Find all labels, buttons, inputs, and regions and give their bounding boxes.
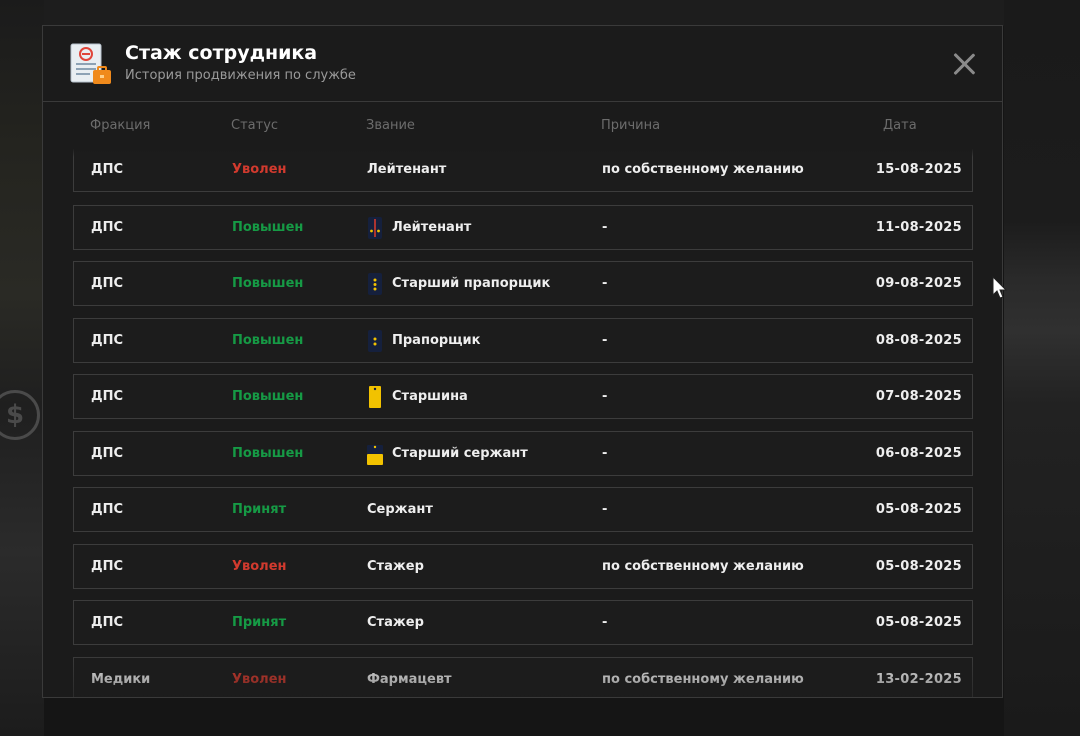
modal-subtitle: История продвижения по службе	[125, 68, 356, 83]
status-cell: Повышен	[232, 276, 304, 291]
rank-cell: Старший прапорщик	[367, 273, 550, 295]
date-cell: 08-08-2025	[875, 333, 962, 348]
history-list[interactable]: ДПС Уволен Лейтенант по собственному желани…	[73, 149, 975, 697]
modal-header: Стаж сотрудника История продвижения по с…	[43, 26, 1002, 102]
reason-cell: -	[602, 220, 608, 235]
mouse-cursor-icon	[992, 276, 1008, 299]
date-cell: 07-08-2025	[875, 389, 962, 404]
table-row[interactable]: Медики Уволен Фармацевт по собственному жел…	[73, 657, 973, 697]
table-row[interactable]: ДПС Повышен Лейтенант - 11-08-2025	[73, 205, 973, 250]
rank-label: Старшина	[392, 389, 468, 404]
senior-sergeant-insignia-icon	[367, 445, 383, 465]
date-cell: 11-08-2025	[875, 220, 962, 235]
reason-cell: -	[602, 276, 608, 291]
table-row[interactable]: ДПС Принят Стажер - 05-08-2025	[73, 600, 973, 645]
faction-cell: ДПС	[91, 446, 123, 461]
date-cell: 05-08-2025	[875, 502, 962, 517]
senior-warrant-officer-insignia-icon	[368, 273, 382, 295]
reason-cell: -	[602, 446, 608, 461]
status-cell: Повышен	[232, 446, 304, 461]
status-cell: Уволен	[232, 672, 287, 687]
table-row[interactable]: ДПС Уволен Стажер по собственному желанию 05…	[73, 544, 973, 589]
faction-cell: ДПС	[91, 220, 123, 235]
rank-cell: Сержант	[367, 499, 433, 521]
document-icon	[70, 43, 111, 84]
faction-cell: ДПС	[91, 162, 123, 177]
reason-cell: по собственному желанию	[602, 162, 804, 177]
reason-cell: по собственному желанию	[602, 559, 804, 574]
column-header-faction: Фракция	[90, 118, 151, 133]
column-header-date: Дата	[883, 118, 917, 133]
background-top	[44, 0, 1004, 26]
date-cell: 09-08-2025	[875, 276, 962, 291]
faction-cell: ДПС	[91, 276, 123, 291]
reason-cell: -	[602, 615, 608, 630]
faction-cell: ДПС	[91, 333, 123, 348]
date-cell: 13-02-2025	[875, 672, 962, 687]
rank-label: Лейтенант	[392, 220, 472, 235]
rank-label: Старший сержант	[392, 446, 528, 461]
rank-label: Прапорщик	[392, 333, 481, 348]
status-cell: Уволен	[232, 162, 287, 177]
rank-cell: Старший сержант	[367, 443, 528, 465]
date-cell: 15-08-2025	[875, 162, 962, 177]
rank-cell: Прапорщик	[367, 330, 480, 352]
status-cell: Принят	[232, 502, 287, 517]
sergeant-major-insignia-icon	[369, 386, 381, 408]
rank-label: Стажер	[367, 559, 424, 574]
rank-label: Лейтенант	[367, 162, 447, 177]
coin-icon: $	[0, 390, 40, 440]
date-cell: 05-08-2025	[875, 559, 962, 574]
background-right	[1004, 0, 1080, 736]
rank-cell: Фармацевт	[367, 669, 452, 691]
reason-cell: -	[602, 502, 608, 517]
lieutenant-insignia-icon	[368, 217, 382, 239]
table-row[interactable]: ДПС Повышен Старший прапорщик - 09-08-2025	[73, 261, 973, 306]
faction-cell: ДПС	[91, 502, 123, 517]
reason-cell: по собственному желанию	[602, 672, 804, 687]
rank-cell: Старшина	[367, 386, 468, 408]
faction-cell: ДПС	[91, 559, 123, 574]
table-row[interactable]: ДПС Уволен Лейтенант по собственному желани…	[73, 149, 973, 192]
table-row[interactable]: ДПС Повышен Старший сержант - 06-08-2025	[73, 431, 973, 476]
rank-cell: Стажер	[367, 612, 424, 634]
rank-label: Старший прапорщик	[392, 276, 551, 291]
table-row[interactable]: ДПС Повышен Старшина - 07-08-2025	[73, 374, 973, 419]
column-header-rank: Звание	[366, 118, 415, 133]
rank-cell: Стажер	[367, 556, 424, 578]
rank-label: Стажер	[367, 615, 424, 630]
faction-cell: ДПС	[91, 389, 123, 404]
reason-cell: -	[602, 389, 608, 404]
status-cell: Повышен	[232, 389, 304, 404]
date-cell: 06-08-2025	[875, 446, 962, 461]
status-cell: Повышен	[232, 220, 304, 235]
status-cell: Повышен	[232, 333, 304, 348]
background-left: $	[0, 0, 44, 736]
faction-cell: ДПС	[91, 615, 123, 630]
column-header-reason: Причина	[601, 118, 661, 133]
reason-cell: -	[602, 333, 608, 348]
rank-label: Сержант	[367, 502, 433, 517]
date-cell: 05-08-2025	[875, 615, 962, 630]
modal-title: Стаж сотрудника	[125, 42, 318, 64]
rank-cell: Лейтенант	[367, 217, 471, 239]
close-icon[interactable]	[952, 52, 976, 76]
table-row[interactable]: ДПС Принят Сержант - 05-08-2025	[73, 487, 973, 532]
table-row[interactable]: ДПС Повышен Прапорщик - 08-08-2025	[73, 318, 973, 363]
status-cell: Принят	[232, 615, 287, 630]
employee-service-modal: Стаж сотрудника История продвижения по с…	[42, 25, 1003, 698]
column-header-status: Статус	[231, 118, 279, 133]
faction-cell: Медики	[91, 672, 151, 687]
warrant-officer-insignia-icon	[368, 330, 382, 352]
rank-label: Фармацевт	[367, 672, 452, 687]
rank-cell: Лейтенант	[367, 159, 446, 181]
status-cell: Уволен	[232, 559, 287, 574]
